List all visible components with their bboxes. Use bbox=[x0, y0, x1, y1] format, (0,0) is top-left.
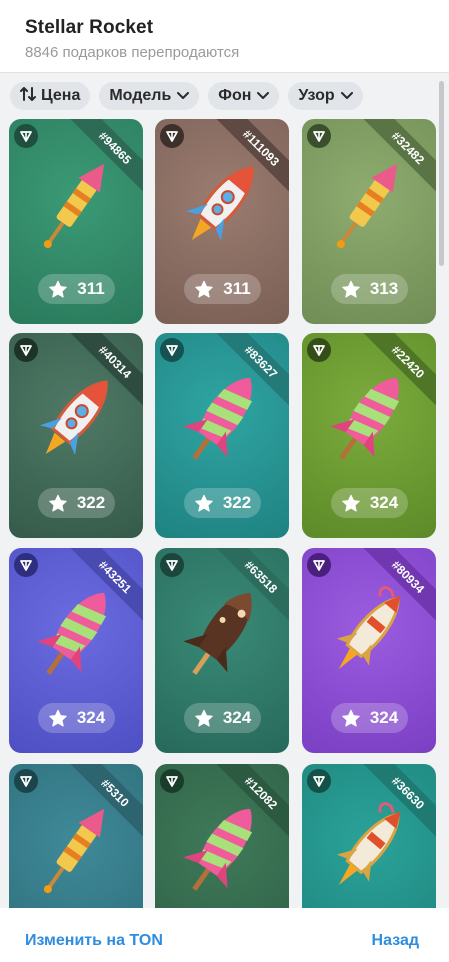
filter-background[interactable]: Фон bbox=[208, 82, 280, 110]
ton-icon bbox=[14, 769, 38, 793]
filter-pattern[interactable]: Узор bbox=[288, 82, 363, 110]
back-button[interactable]: Назад bbox=[372, 932, 419, 950]
choco-rocket-icon bbox=[177, 578, 267, 688]
gift-card[interactable]: #80934 324 bbox=[302, 548, 436, 753]
filter-bar: Цена Модель Фон Узор bbox=[10, 82, 363, 110]
filter-model-label: Модель bbox=[109, 87, 172, 104]
filter-price[interactable]: Цена bbox=[10, 82, 91, 110]
price-badge[interactable]: 322 bbox=[184, 488, 261, 518]
price-badge[interactable]: 311 bbox=[38, 274, 115, 304]
ton-icon bbox=[160, 338, 184, 362]
price-badge[interactable]: 324 bbox=[331, 488, 408, 518]
price-badge[interactable]: 311 bbox=[184, 274, 261, 304]
filter-background-label: Фон bbox=[218, 87, 252, 104]
rocket-rocket-icon bbox=[31, 363, 121, 473]
price-value: 324 bbox=[222, 708, 252, 727]
ton-icon bbox=[14, 124, 38, 148]
header: Stellar Rocket 8846 подарков перепродают… bbox=[0, 0, 449, 72]
gift-card[interactable]: #22420 324 bbox=[302, 333, 436, 538]
resale-count: 8846 подарков перепродаются bbox=[25, 44, 240, 61]
ton-icon bbox=[14, 553, 38, 577]
scrollbar[interactable] bbox=[439, 81, 444, 266]
gift-card[interactable]: #40314 322 bbox=[9, 333, 143, 538]
star-icon bbox=[341, 709, 361, 728]
firework-rocket-icon bbox=[31, 794, 121, 904]
candy-rocket-icon bbox=[324, 363, 414, 473]
gift-card[interactable]: #32482 313 bbox=[302, 119, 436, 324]
ton-icon bbox=[160, 124, 184, 148]
firework-rocket-icon bbox=[324, 149, 414, 259]
price-value: 311 bbox=[223, 279, 251, 298]
price-value: 322 bbox=[222, 493, 252, 512]
candy-rocket-icon bbox=[177, 363, 267, 473]
price-badge[interactable]: 313 bbox=[331, 274, 408, 304]
gift-card[interactable]: #111093 311 bbox=[155, 119, 289, 324]
chevron-down-icon bbox=[257, 87, 270, 105]
ton-icon bbox=[160, 769, 184, 793]
price-badge[interactable]: 322 bbox=[38, 488, 115, 518]
filter-price-label: Цена bbox=[41, 87, 81, 104]
page-title: Stellar Rocket bbox=[25, 17, 154, 38]
filter-pattern-label: Узор bbox=[298, 87, 335, 104]
sort-icon bbox=[20, 86, 36, 106]
price-badge[interactable]: 324 bbox=[38, 703, 115, 733]
candy-rocket-icon bbox=[177, 794, 267, 904]
star-icon bbox=[48, 494, 68, 513]
space-rocket-icon bbox=[324, 794, 414, 904]
star-icon bbox=[341, 494, 361, 513]
gift-card[interactable]: #83627 322 bbox=[155, 333, 289, 538]
chevron-down-icon bbox=[340, 87, 353, 105]
star-icon bbox=[48, 280, 68, 299]
gift-list[interactable]: Цена Модель Фон Узор #94865 311 #111093 31… bbox=[0, 73, 449, 908]
gift-card[interactable]: #36630 bbox=[302, 764, 436, 908]
ton-icon bbox=[14, 338, 38, 362]
gift-card[interactable]: #12082 bbox=[155, 764, 289, 908]
chevron-down-icon bbox=[177, 87, 190, 105]
star-icon bbox=[194, 709, 214, 728]
footer: Изменить на TON Назад bbox=[0, 908, 449, 962]
space-rocket-icon bbox=[324, 578, 414, 688]
star-icon bbox=[194, 494, 214, 513]
rocket-rocket-icon bbox=[177, 149, 267, 259]
star-icon bbox=[194, 280, 214, 299]
price-value: 313 bbox=[369, 279, 399, 298]
firework-rocket-icon bbox=[31, 149, 121, 259]
price-badge[interactable]: 324 bbox=[184, 703, 261, 733]
price-value: 324 bbox=[369, 493, 399, 512]
ton-icon bbox=[307, 769, 331, 793]
filter-model[interactable]: Модель bbox=[99, 82, 200, 110]
ton-icon bbox=[307, 338, 331, 362]
switch-to-ton-button[interactable]: Изменить на TON bbox=[25, 932, 163, 950]
gift-card[interactable]: #43251 324 bbox=[9, 548, 143, 753]
star-icon bbox=[48, 709, 68, 728]
ton-icon bbox=[160, 553, 184, 577]
price-value: 324 bbox=[369, 708, 399, 727]
price-value: 324 bbox=[76, 708, 106, 727]
price-value: 311 bbox=[77, 279, 105, 298]
gift-card[interactable]: #63518 324 bbox=[155, 548, 289, 753]
price-badge[interactable]: 324 bbox=[331, 703, 408, 733]
candy-rocket-icon bbox=[31, 578, 121, 688]
ton-icon bbox=[307, 124, 331, 148]
gift-card[interactable]: #94865 311 bbox=[9, 119, 143, 324]
star-icon bbox=[341, 280, 361, 299]
ton-icon bbox=[307, 553, 331, 577]
gift-card[interactable]: #5310 bbox=[9, 764, 143, 908]
price-value: 322 bbox=[76, 493, 106, 512]
